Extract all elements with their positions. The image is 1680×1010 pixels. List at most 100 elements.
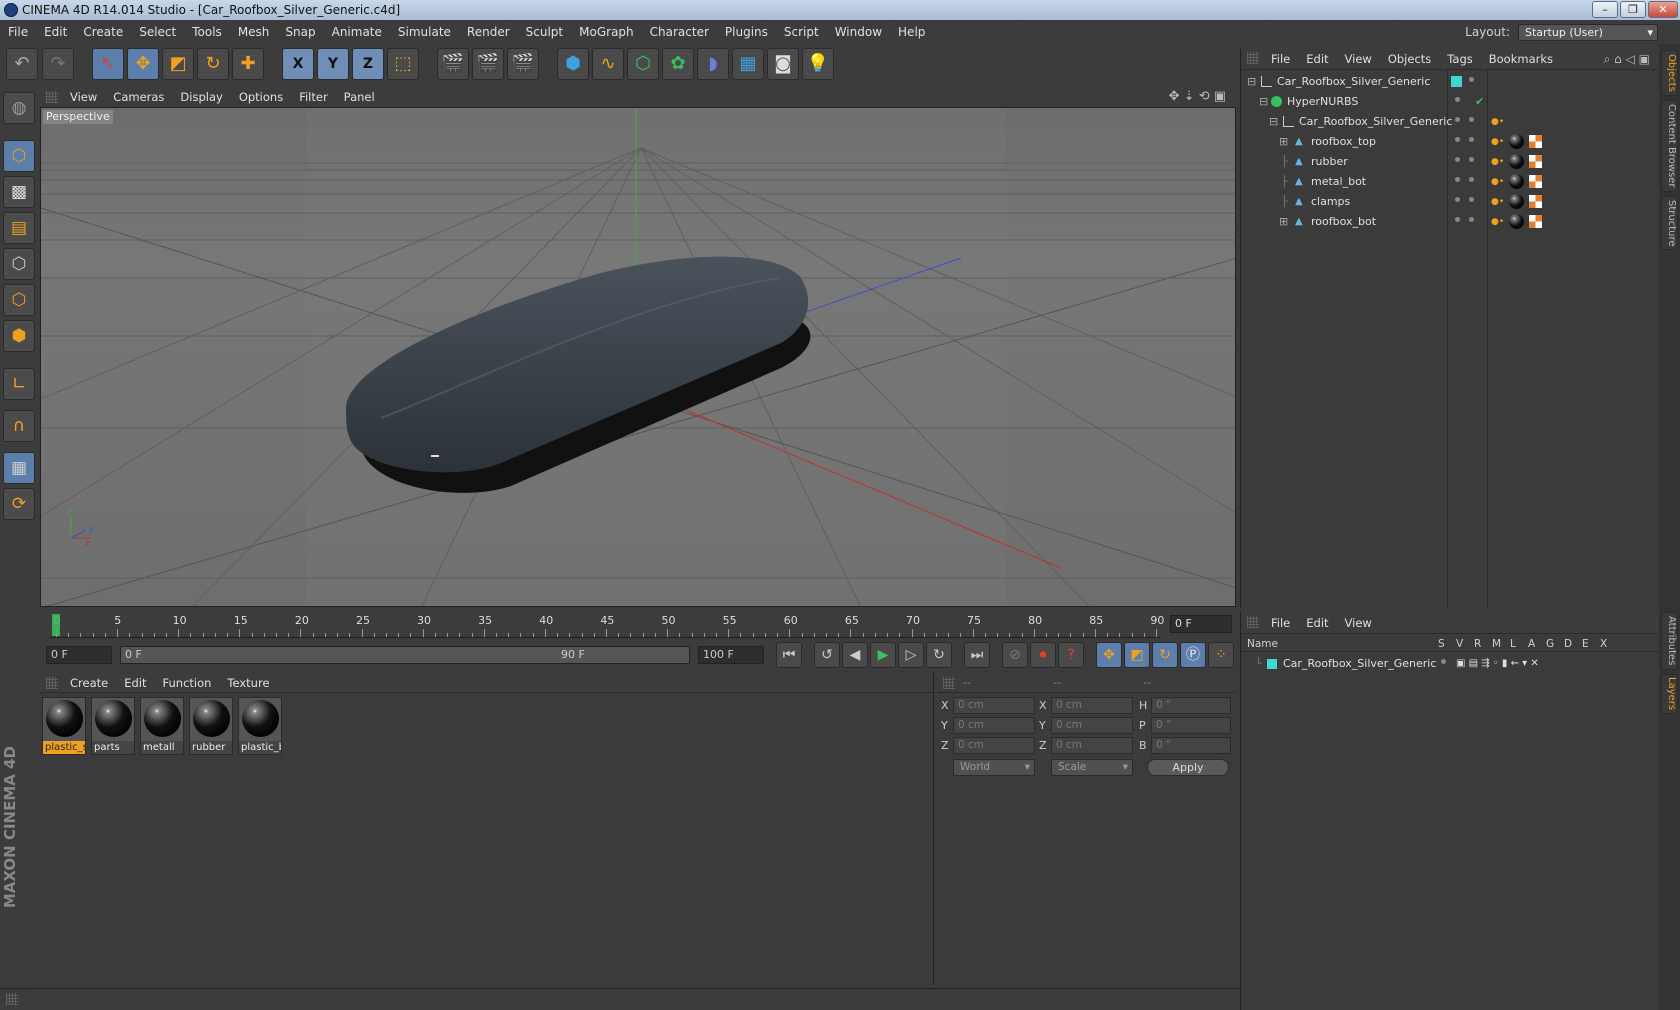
menu-create[interactable]: Create [75, 21, 131, 43]
redo-button[interactable]: ↷ [42, 48, 74, 80]
visibility-dot[interactable] [1469, 77, 1474, 82]
undo-button[interactable]: ↶ [6, 48, 38, 80]
menu-mograph[interactable]: MoGraph [571, 21, 642, 43]
live-selection-button[interactable]: ↖ [92, 48, 124, 80]
tab-layers[interactable]: Layers [1661, 674, 1678, 714]
rotation-p-field[interactable]: 0 ° [1151, 717, 1231, 734]
go-to-end-button[interactable]: ⏭ [964, 642, 990, 668]
subdivision-surface-button[interactable]: ⬡ [627, 48, 659, 80]
render-dot[interactable] [1469, 137, 1474, 142]
uvw-tag-icon[interactable] [1529, 215, 1542, 228]
menu-mesh[interactable]: Mesh [230, 21, 278, 43]
object-menu-objects[interactable]: Objects [1380, 48, 1439, 70]
viewport-menu-panel[interactable]: Panel [336, 87, 383, 107]
previous-key-button[interactable]: ↺ [814, 642, 840, 668]
column-animation[interactable]: A [1528, 636, 1535, 652]
material-menu-edit[interactable]: Edit [116, 673, 154, 693]
menu-render[interactable]: Render [459, 21, 518, 43]
polygons-mode-button[interactable]: ⬢ [3, 320, 35, 352]
panel-grip-icon[interactable] [1247, 52, 1259, 64]
layer-menu-edit[interactable]: Edit [1298, 612, 1336, 634]
uvw-tag-icon[interactable] [1529, 175, 1542, 188]
model-mode-button[interactable]: ⬡ [3, 140, 35, 172]
move-tool-button[interactable]: ✥ [127, 48, 159, 80]
phong-tag-icon[interactable]: ●• [1491, 212, 1504, 232]
phong-tag-icon[interactable]: ●• [1491, 132, 1504, 152]
material-tag-icon[interactable] [1509, 214, 1524, 229]
tab-attributes[interactable]: Attributes [1661, 612, 1678, 670]
rotation-b-field[interactable]: 0 ° [1151, 737, 1231, 754]
render-dot[interactable] [1469, 217, 1474, 222]
go-to-start-button[interactable]: ⏮ [776, 642, 802, 668]
column-generators[interactable]: G [1546, 636, 1554, 652]
visibility-dot[interactable] [1455, 217, 1460, 222]
menu-window[interactable]: Window [827, 21, 890, 43]
workplane-lock-button[interactable]: ▦ [3, 452, 35, 484]
layer-menu-file[interactable]: File [1263, 612, 1298, 634]
timeline-ruler[interactable]: 051015202530354045505560657075808590 0 F [40, 612, 1236, 638]
cube-primitive-button[interactable]: ⬢ [557, 48, 589, 80]
render-dot[interactable] [1469, 157, 1474, 162]
column-locked[interactable]: L [1510, 636, 1516, 652]
material-menu-texture[interactable]: Texture [219, 673, 277, 693]
phong-tag-icon[interactable]: ●• [1491, 152, 1504, 172]
render-dot[interactable] [1469, 197, 1474, 202]
visibility-dot[interactable] [1455, 137, 1460, 142]
position-x-field[interactable]: 0 cm [953, 697, 1035, 714]
menu-plugins[interactable]: Plugins [717, 21, 776, 43]
add-object-button[interactable]: ✚ [232, 48, 264, 80]
3d-viewport[interactable]: y z x Perspective [40, 107, 1236, 607]
object-row[interactable]: ⊟ HyperNURBS ✔ [1241, 92, 1659, 112]
camera-button[interactable]: ◙ [767, 48, 799, 80]
tab-content-browser[interactable]: Content Browser [1661, 100, 1678, 192]
points-mode-button[interactable]: ⬡ [3, 248, 35, 280]
object-row[interactable]: ⊞ ▲ roofbox_bot ●• [1241, 212, 1659, 232]
menu-tools[interactable]: Tools [184, 21, 230, 43]
viewport-menu-display[interactable]: Display [172, 87, 230, 107]
key-pla-button[interactable]: ⁘ [1208, 642, 1234, 668]
viewport-menu-cameras[interactable]: Cameras [105, 87, 172, 107]
tab-structure[interactable]: Structure [1661, 196, 1678, 250]
phong-tag-icon[interactable]: ●• [1491, 112, 1504, 132]
object-row[interactable]: ⊞ ▲ roofbox_top ●• [1241, 132, 1659, 152]
next-frame-button[interactable]: ▷ [898, 642, 924, 668]
scale-tool-button[interactable]: ◩ [162, 48, 194, 80]
visibility-dot[interactable] [1455, 177, 1460, 182]
menu-snap[interactable]: Snap [277, 21, 323, 43]
object-menu-bookmarks[interactable]: Bookmarks [1481, 48, 1561, 70]
spline-pen-button[interactable]: ∿ [592, 48, 624, 80]
end-frame-field[interactable]: 100 F [698, 646, 764, 664]
edges-mode-button[interactable]: ⬡ [3, 284, 35, 316]
menu-character[interactable]: Character [642, 21, 717, 43]
range-slider[interactable]: 0 F 90 F [120, 646, 690, 664]
x-axis-lock-button[interactable]: X [282, 48, 314, 80]
phong-tag-icon[interactable]: ●• [1491, 172, 1504, 192]
autokey-button[interactable]: ? [1058, 642, 1084, 668]
enabled-check-icon[interactable]: ✔ [1475, 92, 1484, 112]
column-solo[interactable]: S [1438, 636, 1445, 652]
panel-grip-icon[interactable] [46, 91, 58, 103]
panel-grip-icon[interactable] [943, 677, 955, 689]
visibility-dot[interactable] [1455, 197, 1460, 202]
floor-button[interactable]: ▦ [732, 48, 764, 80]
minimize-button[interactable]: – [1592, 1, 1618, 18]
menu-edit[interactable]: Edit [36, 21, 75, 43]
column-expressions[interactable]: E [1582, 636, 1589, 652]
material-swatch[interactable]: rubber [189, 697, 233, 755]
visibility-dot[interactable] [1455, 117, 1460, 122]
render-settings-button[interactable]: 🎬 [507, 48, 539, 80]
object-menu-file[interactable]: File [1263, 48, 1298, 70]
position-z-field[interactable]: 0 cm [953, 737, 1035, 754]
frame-ruler[interactable]: 051015202530354045505560657075808590 [50, 612, 1164, 638]
rotate-tool-button[interactable]: ↻ [197, 48, 229, 80]
menu-help[interactable]: Help [890, 21, 933, 43]
rotation-h-field[interactable]: 0 ° [1151, 697, 1231, 714]
render-picture-viewer-button[interactable]: 🎬 [472, 48, 504, 80]
object-row[interactable]: ├ ▲ clamps ●• [1241, 192, 1659, 212]
material-swatch[interactable]: parts [91, 697, 135, 755]
layer-color-swatch[interactable] [1267, 659, 1277, 669]
uvw-tag-icon[interactable] [1529, 135, 1542, 148]
key-rotation-button[interactable]: ↻ [1152, 642, 1178, 668]
previous-frame-button[interactable]: ◀ [842, 642, 868, 668]
position-y-field[interactable]: 0 cm [953, 717, 1035, 734]
